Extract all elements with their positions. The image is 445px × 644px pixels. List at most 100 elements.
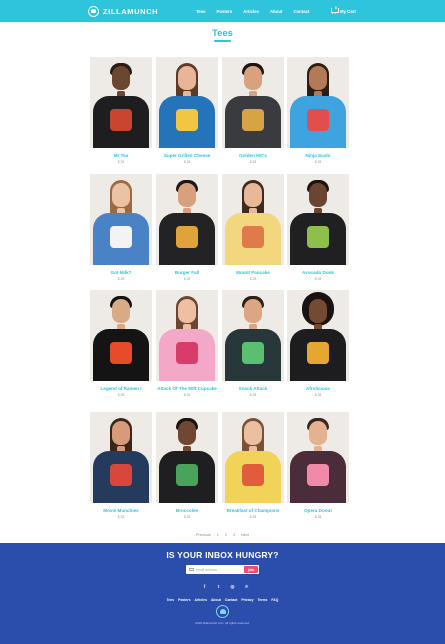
product-photo[interactable] [287,412,349,503]
page-title: Tees [212,28,233,39]
tshirt-print [176,342,198,364]
footer-link-posters[interactable]: Posters [178,598,190,602]
product-name[interactable]: Opera Donut [287,508,349,514]
pinterest-icon[interactable]: ℗ [244,584,249,589]
product-photo[interactable] [287,174,349,265]
product-card[interactable]: Avocado Dunk $ 28 [287,174,349,281]
product-photo[interactable] [156,174,218,265]
product-photo[interactable] [156,412,218,503]
product-photo[interactable] [90,290,152,381]
footer-link-faq[interactable]: FAQ [271,598,278,602]
product-card[interactable]: Golden MC's $ 28 [222,57,284,164]
product-name[interactable]: Attack Of The 50ft Cupcake [156,386,218,392]
product-card[interactable]: Broccolee $ 28 [156,412,218,519]
model-face [112,66,130,90]
pagination-page-1[interactable]: 1 [217,533,219,537]
model-face [178,183,196,207]
product-photo[interactable] [222,290,284,381]
instagram-icon[interactable]: ◎ [230,584,235,589]
product-card[interactable]: Super Grilled Cheese $ 28 [156,57,218,164]
product-name[interactable]: Mount Pancake [222,270,284,276]
product-card[interactable]: Mount Pancake $ 28 [222,174,284,281]
product-name[interactable]: Golden MC's [222,153,284,159]
product-price: $ 28 [314,159,322,164]
product-photo[interactable] [222,412,284,503]
product-name[interactable]: Legend of Ramen I [90,386,152,392]
product-photo[interactable] [156,57,218,148]
product-price: $ 28 [249,276,257,281]
footer-link-contact[interactable]: Contact [225,598,238,602]
product-name[interactable]: Super Grilled Cheese [156,153,218,159]
product-name[interactable]: Avocado Dunk [287,270,349,276]
product-card[interactable]: Breakfast of Champions $ 28 [222,412,284,519]
product-name[interactable]: Snack Attack [222,386,284,392]
model-face [178,299,196,323]
cart-button[interactable]: 0 My Cart [331,0,356,22]
product-photo[interactable] [222,174,284,265]
nav-item-tees[interactable]: Tees [196,9,205,14]
facebook-icon[interactable]: f [202,584,207,589]
product-card[interactable]: Mr Tea $ 28 [90,57,152,164]
site-footer: IS YOUR INBOX HUNGRY? join f t ◎ ℗ Tees … [0,543,445,644]
title-underline [214,40,231,42]
footer-logo-icon[interactable] [216,605,229,618]
product-price: $ 28 [314,276,322,281]
product-card[interactable]: Opera Donut $ 28 [287,412,349,519]
product-photo[interactable] [156,290,218,381]
product-name[interactable]: Mr Tea [90,153,152,159]
product-name[interactable]: Broccolee [156,508,218,514]
join-button[interactable]: join [244,566,258,573]
product-photo[interactable] [287,290,349,381]
product-card[interactable]: Movie Munchies $ 28 [90,412,152,519]
twitter-icon[interactable]: t [216,584,221,589]
brand-logo[interactable]: ZILLAMUNCH [88,5,158,17]
pagination-page-2[interactable]: 2 [225,533,227,537]
model-face [309,421,327,445]
product-name[interactable]: Ninja Sushi [287,153,349,159]
model-face [112,299,130,323]
pagination: Previous 1 2 3 Next [0,533,445,537]
product-card[interactable]: Burger Fall $ 28 [156,174,218,281]
nav-item-articles[interactable]: Articles [243,9,259,14]
footer-link-articles[interactable]: Articles [195,598,207,602]
tshirt-print [242,342,264,364]
tshirt-print [307,226,329,248]
pagination-previous[interactable]: Previous [196,533,211,537]
nav-item-contact[interactable]: Contact [293,9,309,14]
footer-link-privacy[interactable]: Privacy [241,598,253,602]
footer-link-about[interactable]: About [211,598,221,602]
product-card[interactable]: Got Milk? $ 28 [90,174,152,281]
pagination-page-3[interactable]: 3 [233,533,235,537]
tshirt-print [176,226,198,248]
product-price: $ 28 [117,514,125,519]
product-price: $ 28 [314,514,322,519]
product-name[interactable]: Burger Fall [156,270,218,276]
product-price: $ 28 [249,159,257,164]
model-face [244,66,262,90]
nav-item-posters[interactable]: Posters [216,9,232,14]
cart-icon: 0 [331,6,339,14]
product-price: $ 28 [249,514,257,519]
product-card[interactable]: Afrolicious $ 28 [287,290,349,397]
product-name[interactable]: Movie Munchies [90,508,152,514]
product-card[interactable]: Ninja Sushi $ 28 [287,57,349,164]
footer-link-tees[interactable]: Tees [167,598,174,602]
product-photo[interactable] [222,57,284,148]
model-face [112,421,130,445]
email-field[interactable] [196,567,240,572]
nav-item-about[interactable]: About [270,9,282,14]
pagination-next[interactable]: Next [241,533,249,537]
product-photo[interactable] [90,174,152,265]
product-card[interactable]: Legend of Ramen I $ 28 [90,290,152,397]
footer-link-terms[interactable]: Terms [257,598,267,602]
product-name[interactable]: Got Milk? [90,270,152,276]
product-card[interactable]: Snack Attack $ 28 [222,290,284,397]
product-name[interactable]: Breakfast of Champions [222,508,284,514]
product-name[interactable]: Afrolicious [287,386,349,392]
product-photo[interactable] [287,57,349,148]
product-photo[interactable] [90,412,152,503]
product-price: $ 28 [117,392,125,397]
product-photo[interactable] [90,57,152,148]
product-card[interactable]: Attack Of The 50ft Cupcake $ 28 [156,290,218,397]
model-face [309,299,327,323]
